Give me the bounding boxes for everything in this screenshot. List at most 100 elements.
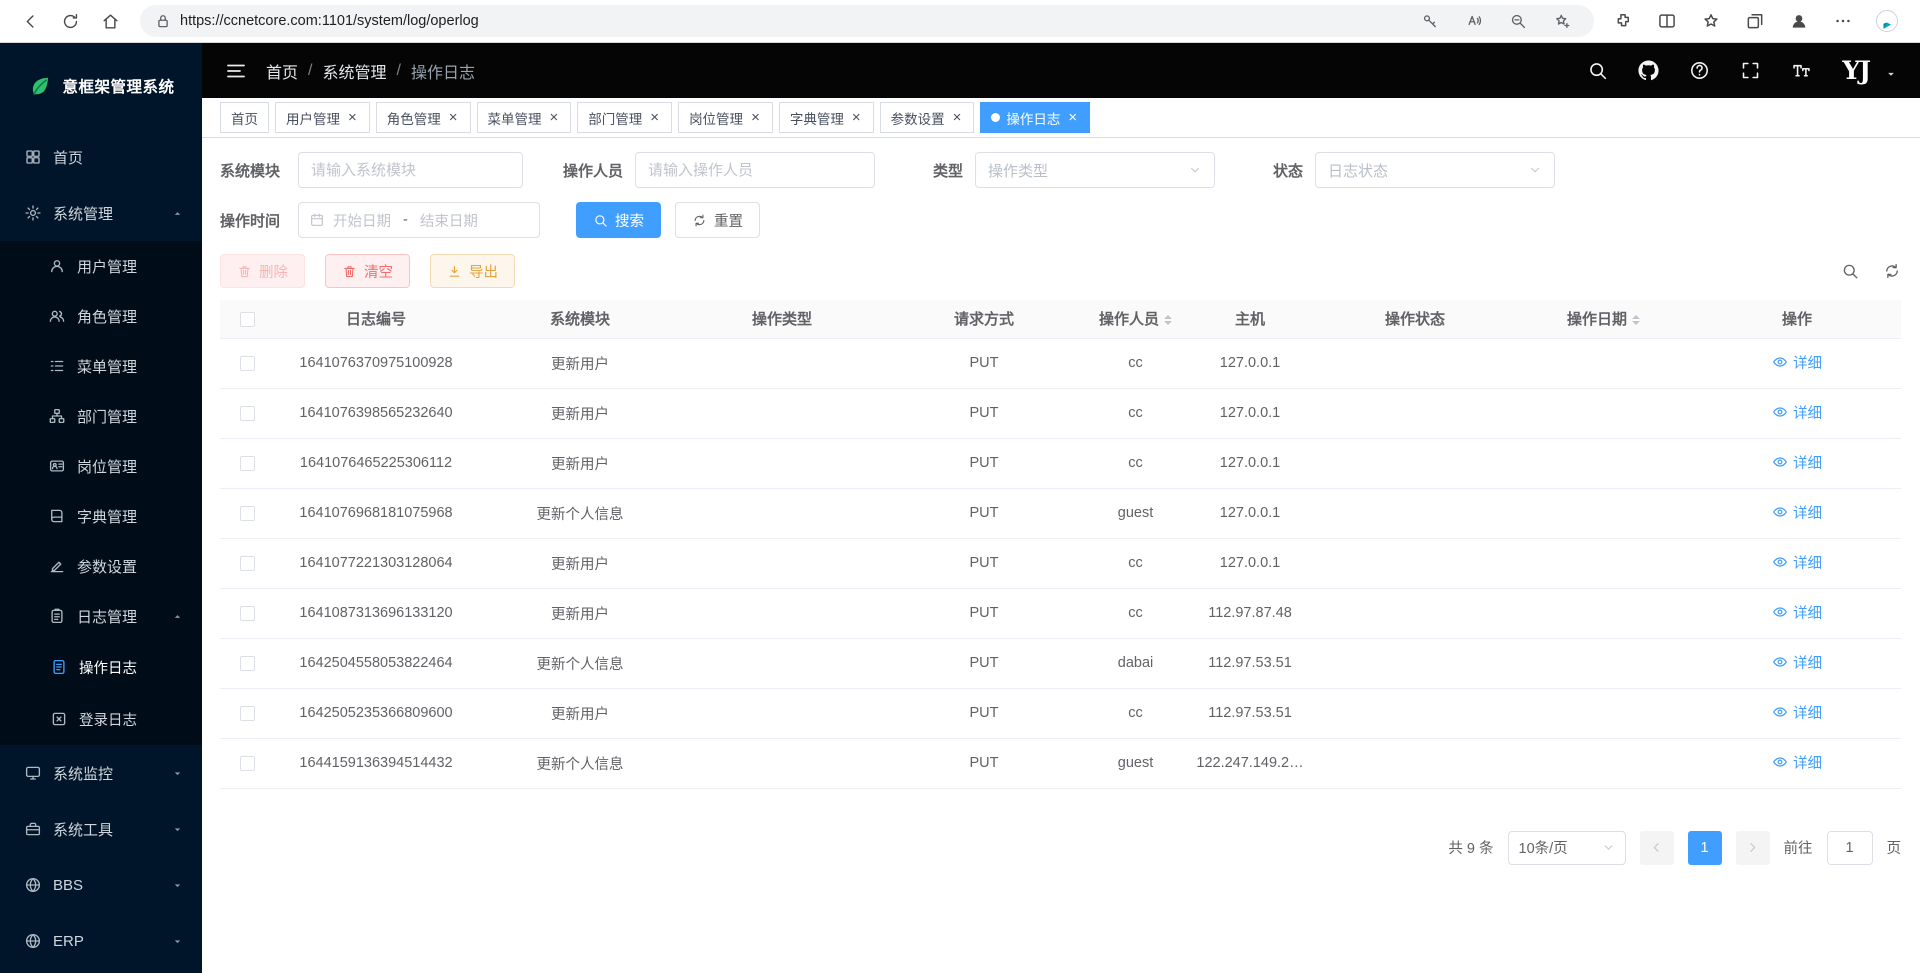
tab-post[interactable]: 岗位管理×: [678, 102, 773, 133]
read-aloud-button[interactable]: [1456, 4, 1492, 38]
detail-link[interactable]: 详细: [1772, 752, 1822, 773]
next-page-button[interactable]: [1736, 831, 1770, 865]
fullscreen-icon[interactable]: [1740, 60, 1761, 81]
tab-home[interactable]: 首页: [220, 102, 269, 133]
detail-link[interactable]: 详细: [1772, 452, 1822, 473]
refresh-table-icon[interactable]: [1883, 262, 1901, 280]
column-header-operator[interactable]: 操作人员: [1087, 300, 1184, 338]
collections-button[interactable]: [1738, 4, 1772, 38]
sort-carets[interactable]: [1164, 311, 1172, 329]
close-icon[interactable]: ×: [951, 109, 964, 126]
split-screen-button[interactable]: [1650, 4, 1684, 38]
page-size-select[interactable]: 10条/页: [1508, 831, 1626, 865]
page-number-button[interactable]: 1: [1688, 831, 1722, 865]
sidebar-item-log[interactable]: 日志管理: [0, 591, 202, 641]
sort-desc-icon[interactable]: [1632, 321, 1640, 329]
app-logo[interactable]: 意框架管理系统: [0, 43, 202, 129]
sidebar-item-yi[interactable]: Yi框架: [0, 969, 202, 973]
sidebar-item-monitor[interactable]: 系统监控: [0, 745, 202, 801]
sidebar-item-tool[interactable]: 系统工具: [0, 801, 202, 857]
search-icon[interactable]: [1587, 60, 1608, 81]
detail-link[interactable]: 详细: [1772, 552, 1822, 573]
sidebar-item-bbs[interactable]: BBS: [0, 857, 202, 913]
sort-asc-icon[interactable]: [1632, 311, 1640, 319]
browser-menu-button[interactable]: [1826, 4, 1860, 38]
extensions-button[interactable]: [1606, 4, 1640, 38]
sort-carets[interactable]: [1632, 311, 1640, 329]
tab-dept[interactable]: 部门管理×: [577, 102, 672, 133]
row-checkbox[interactable]: [240, 706, 255, 721]
column-header-date[interactable]: 操作日期: [1514, 300, 1693, 338]
row-checkbox[interactable]: [240, 556, 255, 571]
favorites-button[interactable]: [1694, 4, 1728, 38]
status-select[interactable]: 日志状态: [1315, 152, 1555, 188]
detail-link[interactable]: 详细: [1772, 402, 1822, 423]
detail-link[interactable]: 详细: [1772, 652, 1822, 673]
sidebar-item-system[interactable]: 系统管理: [0, 185, 202, 241]
export-button[interactable]: 导出: [430, 254, 515, 288]
detail-link[interactable]: 详细: [1772, 702, 1822, 723]
sidebar-item-menu[interactable]: 菜单管理: [0, 341, 202, 391]
clear-button[interactable]: 清空: [325, 254, 410, 288]
row-checkbox[interactable]: [240, 406, 255, 421]
password-key-button[interactable]: [1412, 4, 1448, 38]
date-range-picker[interactable]: 开始日期 - 结束日期: [298, 202, 540, 238]
close-icon[interactable]: ×: [850, 109, 863, 126]
tab-operlog[interactable]: 操作日志×: [980, 102, 1090, 133]
url-text[interactable]: https://ccnetcore.com:1101/system/log/op…: [180, 13, 1404, 29]
row-checkbox[interactable]: [240, 356, 255, 371]
add-favorite-button[interactable]: [1544, 4, 1580, 38]
brand-logo[interactable]: YJ: [1842, 56, 1870, 85]
goto-page-input[interactable]: [1827, 831, 1873, 865]
module-input[interactable]: [298, 152, 523, 188]
address-bar[interactable]: https://ccnetcore.com:1101/system/log/op…: [140, 5, 1594, 37]
row-checkbox[interactable]: [240, 756, 255, 771]
show-search-icon[interactable]: [1841, 262, 1859, 280]
close-icon[interactable]: ×: [749, 109, 762, 126]
sort-desc-icon[interactable]: [1164, 321, 1172, 329]
type-select[interactable]: 操作类型: [975, 152, 1215, 188]
select-all-checkbox[interactable]: [240, 312, 255, 327]
browser-home-button[interactable]: [92, 4, 128, 38]
sidebar-item-operlog[interactable]: 操作日志: [0, 641, 202, 693]
tab-param[interactable]: 参数设置×: [880, 102, 975, 133]
tab-menu[interactable]: 菜单管理×: [477, 102, 572, 133]
browser-back-button[interactable]: [12, 4, 48, 38]
font-size-icon[interactable]: [1791, 60, 1812, 81]
profile-button[interactable]: [1782, 4, 1816, 38]
delete-button[interactable]: 删除: [220, 254, 305, 288]
zoom-button[interactable]: [1500, 4, 1536, 38]
tab-role[interactable]: 角色管理×: [376, 102, 471, 133]
tab-user[interactable]: 用户管理×: [275, 102, 370, 133]
row-checkbox[interactable]: [240, 656, 255, 671]
close-icon[interactable]: ×: [1066, 109, 1079, 126]
operator-input[interactable]: [635, 152, 875, 188]
browser-reload-button[interactable]: [52, 4, 88, 38]
question-icon[interactable]: [1689, 60, 1710, 81]
sidebar-item-post[interactable]: 岗位管理: [0, 441, 202, 491]
hamburger-icon[interactable]: [224, 59, 248, 83]
bing-button[interactable]: [1870, 4, 1904, 38]
close-icon[interactable]: ×: [447, 109, 460, 126]
close-icon[interactable]: ×: [346, 109, 359, 126]
detail-link[interactable]: 详细: [1772, 602, 1822, 623]
close-icon[interactable]: ×: [648, 109, 661, 126]
row-checkbox[interactable]: [240, 606, 255, 621]
sidebar-item-home[interactable]: 首页: [0, 129, 202, 185]
breadcrumb-item-1[interactable]: 首页: [266, 59, 298, 83]
sidebar-item-user[interactable]: 用户管理: [0, 241, 202, 291]
close-icon[interactable]: ×: [548, 109, 561, 126]
sidebar-item-dept[interactable]: 部门管理: [0, 391, 202, 441]
prev-page-button[interactable]: [1640, 831, 1674, 865]
search-button[interactable]: 搜索: [576, 202, 661, 238]
row-checkbox[interactable]: [240, 506, 255, 521]
tab-dict[interactable]: 字典管理×: [779, 102, 874, 133]
sidebar-item-erp[interactable]: ERP: [0, 913, 202, 969]
detail-link[interactable]: 详细: [1772, 502, 1822, 523]
sidebar-item-role[interactable]: 角色管理: [0, 291, 202, 341]
sidebar-item-param[interactable]: 参数设置: [0, 541, 202, 591]
detail-link[interactable]: 详细: [1772, 352, 1822, 373]
sidebar-item-loginlog[interactable]: 登录日志: [0, 693, 202, 745]
reset-button[interactable]: 重置: [675, 202, 760, 238]
sidebar-item-dict[interactable]: 字典管理: [0, 491, 202, 541]
